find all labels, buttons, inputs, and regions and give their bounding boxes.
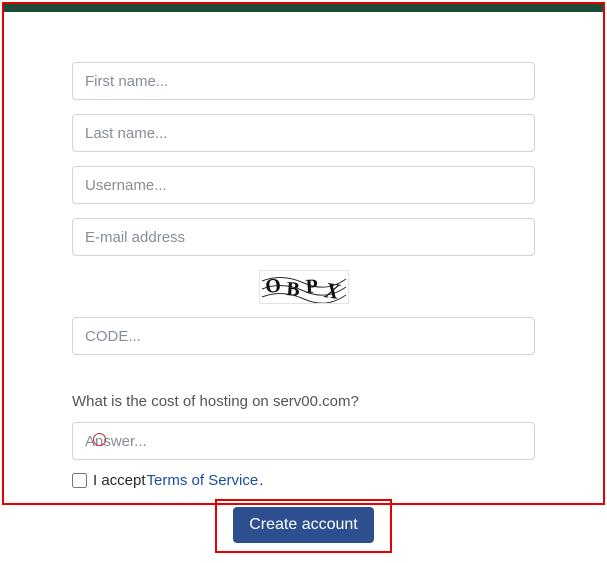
- tos-prefix: I accept: [93, 472, 146, 489]
- captcha-code-input[interactable]: [72, 317, 535, 355]
- svg-text:P: P: [305, 275, 318, 298]
- captcha-image: O B P X: [72, 270, 535, 309]
- create-account-button[interactable]: Create account: [233, 507, 374, 543]
- svg-text:B: B: [285, 278, 300, 301]
- security-question-label: What is the cost of hosting on serv00.co…: [72, 393, 535, 410]
- tos-checkbox[interactable]: [72, 473, 87, 488]
- email-input[interactable]: [72, 218, 535, 256]
- top-bar: [4, 4, 603, 12]
- highlight-box: Create account: [215, 499, 392, 553]
- page-frame: O B P X What is the cost of hosting on s…: [2, 2, 605, 505]
- svg-text:O: O: [264, 274, 282, 298]
- answer-input[interactable]: [72, 422, 535, 460]
- signup-form: O B P X What is the cost of hosting on s…: [4, 12, 603, 563]
- tos-row: I accept Terms of Service .: [72, 472, 535, 489]
- first-name-input[interactable]: [72, 62, 535, 100]
- tos-link[interactable]: Terms of Service: [147, 472, 259, 489]
- last-name-input[interactable]: [72, 114, 535, 152]
- submit-area: Create account: [72, 499, 535, 553]
- username-input[interactable]: [72, 166, 535, 204]
- tos-suffix: .: [259, 472, 263, 489]
